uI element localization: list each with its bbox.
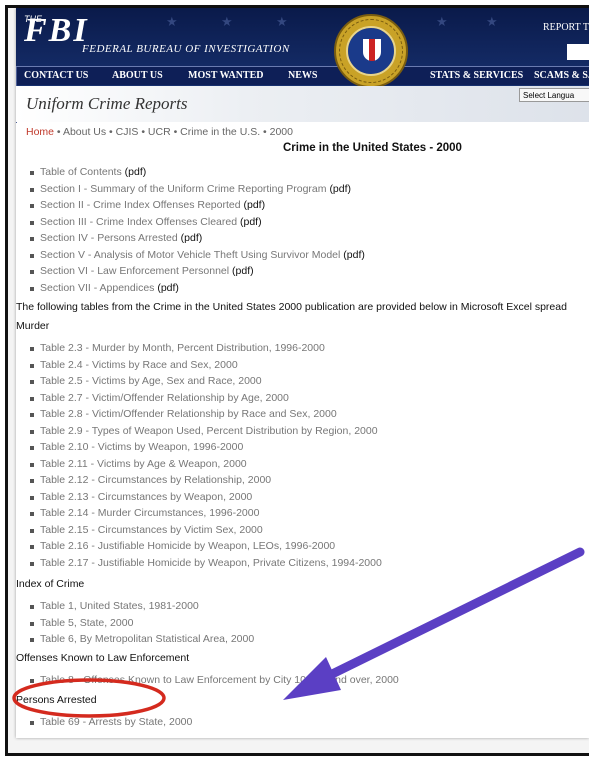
section-link[interactable]: Section I - Summary of the Uniform Crime…	[26, 183, 365, 200]
leo-tables-list: Table 8 - Offenses Known to Law Enforcem…	[26, 674, 399, 691]
nav-about-us[interactable]: ABOUT US	[112, 70, 163, 81]
nav-most-wanted[interactable]: MOST WANTED	[188, 70, 263, 81]
offenses-known-heading: Offenses Known to Law Enforcement	[16, 652, 190, 664]
table-link[interactable]: Table 2.10 - Victims by Weapon, 1996-200…	[26, 441, 382, 458]
murder-tables-list: Table 2.3 - Murder by Month, Percent Dis…	[26, 342, 382, 573]
table-link[interactable]: Table 2.4 - Victims by Race and Sex, 200…	[26, 359, 382, 376]
table-link[interactable]: Table 2.17 - Justifiable Homicide by Wea…	[26, 557, 382, 574]
index-tables-list: Table 1, United States, 1981-2000 Table …	[26, 600, 254, 650]
breadcrumb: Home • About Us • CJIS • UCR • Crime in …	[26, 126, 293, 138]
nav-news[interactable]: NEWS	[288, 70, 317, 81]
intro-text: The following tables from the Crime in t…	[16, 301, 567, 313]
ucr-banner: Uniform Crime Reports Select Langua	[16, 86, 589, 122]
table-link[interactable]: Table 2.12 - Circumstances by Relationsh…	[26, 474, 382, 491]
persons-arrested-heading: Persons Arrested	[16, 694, 97, 706]
table-link[interactable]: Table 2.7 - Victim/Offender Relationship…	[26, 392, 382, 409]
table-link[interactable]: Table 6, By Metropolitan Statistical Are…	[26, 633, 254, 650]
section-link[interactable]: Section VII - Appendices (pdf)	[26, 282, 365, 299]
table-link[interactable]: Table 2.16 - Justifiable Homicide by Wea…	[26, 540, 382, 557]
index-of-crime-heading: Index of Crime	[16, 578, 85, 590]
arrested-tables-list: Table 69 - Arrests by State, 2000	[26, 716, 192, 733]
section-link[interactable]: Section III - Crime Index Offenses Clear…	[26, 216, 365, 233]
fbi-seal-icon	[334, 14, 408, 88]
seal-center	[346, 26, 396, 76]
section-link[interactable]: Section IV - Persons Arrested (pdf)	[26, 232, 365, 249]
star-icon: ★	[221, 14, 233, 29]
star-icon: ★	[166, 14, 178, 29]
nav-divider	[16, 67, 17, 81]
ucr-title: Uniform Crime Reports	[26, 94, 188, 113]
star-icon: ★	[436, 14, 448, 29]
section-link[interactable]: Section VI - Law Enforcement Personnel (…	[26, 265, 365, 282]
breadcrumb-home-link[interactable]: Home	[26, 126, 54, 138]
fbi-logo[interactable]: FBI	[24, 12, 89, 50]
table-link[interactable]: Table 2.5 - Victims by Age, Sex and Race…	[26, 375, 382, 392]
nav-contact-us[interactable]: CONTACT US	[24, 70, 88, 81]
table-link[interactable]: Table 8 - Offenses Known to Law Enforcem…	[26, 674, 399, 691]
nav-scams[interactable]: SCAMS & S...	[534, 70, 589, 81]
table-link[interactable]: Table 2.3 - Murder by Month, Percent Dis…	[26, 342, 382, 359]
language-select[interactable]: Select Langua	[519, 88, 589, 102]
sections-list: Table of Contents (pdf) Section I - Summ…	[26, 166, 365, 298]
page-title: Crime in the United States - 2000	[283, 142, 462, 154]
browser-page: THE FBI FEDERAL BUREAU OF INVESTIGATION …	[16, 8, 589, 738]
main-nav: CONTACT US ABOUT US MOST WANTED NEWS STA…	[16, 66, 589, 123]
site-header: THE FBI FEDERAL BUREAU OF INVESTIGATION …	[16, 8, 589, 123]
breadcrumb-trail[interactable]: • About Us • CJIS • UCR • Crime in the U…	[54, 126, 293, 138]
table-link[interactable]: Table 2.14 - Murder Circumstances, 1996-…	[26, 507, 382, 524]
table-link[interactable]: Table 2.15 - Circumstances by Victim Sex…	[26, 524, 382, 541]
table-link[interactable]: Table 5, State, 2000	[26, 617, 254, 634]
table-link[interactable]: Table 2.11 - Victims by Age & Weapon, 20…	[26, 458, 382, 475]
section-link[interactable]: Section II - Crime Index Offenses Report…	[26, 199, 365, 216]
table-link[interactable]: Table 69 - Arrests by State, 2000	[26, 716, 192, 733]
seal-shield-icon	[363, 39, 381, 61]
search-box[interactable]	[567, 44, 589, 60]
table-link[interactable]: Table 1, United States, 1981-2000	[26, 600, 254, 617]
fbi-logo-text: FEDERAL BUREAU OF INVESTIGATION	[82, 43, 290, 55]
star-icon: ★	[486, 14, 498, 29]
murder-heading: Murder	[16, 320, 50, 332]
section-link[interactable]: Table of Contents (pdf)	[26, 166, 365, 183]
report-link[interactable]: REPORT T	[543, 22, 589, 33]
table-link[interactable]: Table 2.9 - Types of Weapon Used, Percen…	[26, 425, 382, 442]
section-link[interactable]: Section V - Analysis of Motor Vehicle Th…	[26, 249, 365, 266]
table-link[interactable]: Table 2.8 - Victim/Offender Relationship…	[26, 408, 382, 425]
star-icon: ★	[276, 14, 288, 29]
table-link[interactable]: Table 2.13 - Circumstances by Weapon, 20…	[26, 491, 382, 508]
nav-stats-services[interactable]: STATS & SERVICES	[430, 70, 523, 81]
